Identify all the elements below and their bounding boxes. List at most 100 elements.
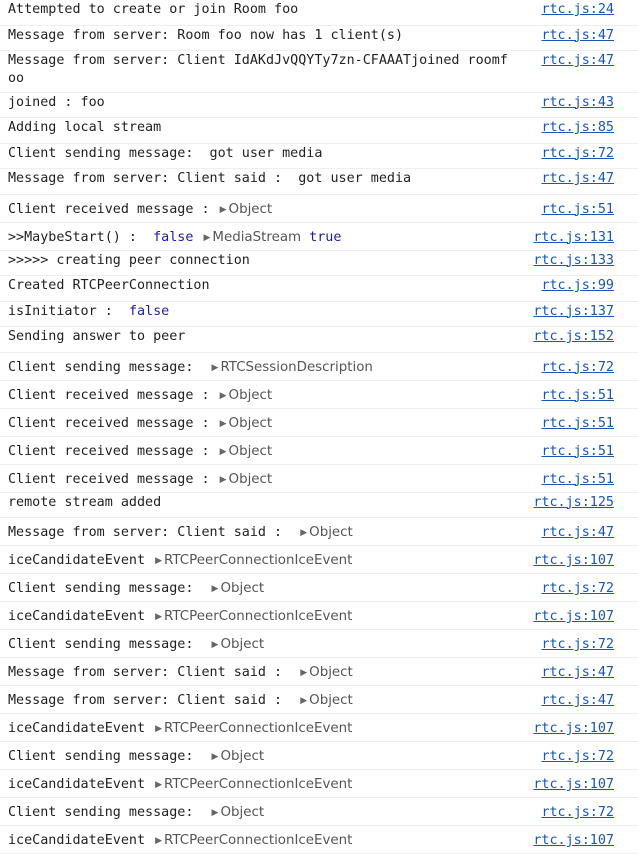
log-message: Client sending message: got user media xyxy=(8,145,508,163)
source-link[interactable]: rtc.js:131 xyxy=(533,229,614,247)
expand-triangle-icon[interactable]: ▶ xyxy=(155,552,162,570)
expand-triangle-icon[interactable]: ▶ xyxy=(155,776,162,794)
expandable-object[interactable]: MediaStream xyxy=(212,230,301,245)
source-link[interactable]: rtc.js:107 xyxy=(533,776,614,794)
expand-triangle-icon[interactable]: ▶ xyxy=(212,804,219,822)
source-link[interactable]: rtc.js:133 xyxy=(533,252,614,270)
log-message: Client sending message: ▶ Object xyxy=(8,804,508,822)
expandable-object[interactable]: Object xyxy=(309,525,353,540)
log-text: isInitiator : xyxy=(8,303,129,319)
expandable-object[interactable]: Object xyxy=(309,665,353,680)
log-text: iceCandidateEvent xyxy=(8,777,154,792)
log-text: iceCandidateEvent xyxy=(8,833,154,848)
expandable-object[interactable]: Object xyxy=(220,749,264,764)
log-entry: iceCandidateEvent ▶ RTCPeerConnectionIceE… xyxy=(0,826,638,854)
log-text: Client received message : xyxy=(8,201,218,217)
expand-triangle-icon[interactable]: ▶ xyxy=(220,415,227,433)
expandable-object[interactable]: Object xyxy=(220,805,264,820)
source-link[interactable]: rtc.js:125 xyxy=(533,494,614,512)
log-message: Message from server: Client said : ▶ Obje… xyxy=(8,664,508,682)
log-entry: Client received message : ▶ Object rtc.js:… xyxy=(0,409,638,437)
source-link[interactable]: rtc.js:51 xyxy=(541,415,614,433)
log-text: Message from server: Client said : got u… xyxy=(8,171,412,186)
log-message: Sending answer to peer xyxy=(8,328,508,346)
source-link[interactable]: rtc.js:51 xyxy=(541,471,614,489)
expandable-object[interactable]: RTCPeerConnectionIceEvent xyxy=(164,553,352,568)
expand-triangle-icon[interactable]: ▶ xyxy=(204,229,211,247)
source-link[interactable]: rtc.js:72 xyxy=(541,636,614,654)
log-message: isInitiator : false xyxy=(8,303,508,321)
expandable-object[interactable]: RTCPeerConnectionIceEvent xyxy=(164,609,352,624)
source-link[interactable]: rtc.js:47 xyxy=(541,27,614,45)
log-entry: Sending answer to peer rtc.js:152 xyxy=(0,327,638,353)
log-message: Message from server: Client said : got u… xyxy=(8,170,508,188)
expand-triangle-icon[interactable]: ▶ xyxy=(212,580,219,598)
log-message: Attempted to create or join Room foo xyxy=(8,1,508,19)
expand-triangle-icon[interactable]: ▶ xyxy=(300,692,307,710)
expandable-object[interactable]: Object xyxy=(229,202,273,217)
source-link[interactable]: rtc.js:43 xyxy=(541,94,614,112)
source-link[interactable]: rtc.js:107 xyxy=(533,608,614,626)
expandable-object[interactable]: Object xyxy=(309,693,353,708)
source-link[interactable]: rtc.js:47 xyxy=(541,170,614,188)
source-link[interactable]: rtc.js:72 xyxy=(541,145,614,163)
expandable-object[interactable]: RTCSessionDescription xyxy=(220,360,372,375)
source-link[interactable]: rtc.js:107 xyxy=(533,552,614,570)
expandable-object[interactable]: RTCPeerConnectionIceEvent xyxy=(164,833,352,848)
expandable-object[interactable]: Object xyxy=(229,472,273,487)
expand-triangle-icon[interactable]: ▶ xyxy=(300,664,307,682)
source-link[interactable]: rtc.js:47 xyxy=(541,664,614,682)
log-message: Message from server: Room foo now has 1 … xyxy=(8,27,508,45)
source-link[interactable]: rtc.js:72 xyxy=(541,580,614,598)
expandable-object[interactable]: Object xyxy=(229,444,273,459)
source-link[interactable]: rtc.js:99 xyxy=(541,277,614,295)
expandable-object[interactable]: RTCPeerConnectionIceEvent xyxy=(164,777,352,792)
expand-triangle-icon[interactable]: ▶ xyxy=(212,359,219,377)
log-text: Client received message : xyxy=(8,415,218,431)
source-link[interactable]: rtc.js:137 xyxy=(533,303,614,321)
source-link[interactable]: rtc.js:72 xyxy=(541,748,614,766)
source-link[interactable]: rtc.js:24 xyxy=(541,1,614,19)
expand-triangle-icon[interactable]: ▶ xyxy=(155,720,162,738)
log-message: Client sending message: ▶ Object xyxy=(8,748,508,766)
source-link[interactable]: rtc.js:85 xyxy=(541,119,614,137)
source-link[interactable]: rtc.js:152 xyxy=(533,328,614,346)
source-link[interactable]: rtc.js:51 xyxy=(541,201,614,219)
expandable-object[interactable]: Object xyxy=(220,581,264,596)
expand-triangle-icon[interactable]: ▶ xyxy=(155,832,162,850)
log-entry: >>>>> creating peer connection rtc.js:133 xyxy=(0,251,638,276)
expand-triangle-icon[interactable]: ▶ xyxy=(220,443,227,461)
source-link[interactable]: rtc.js:47 xyxy=(541,692,614,710)
log-entry: Message from server: Client said : ▶ Obje… xyxy=(0,686,638,714)
expandable-object[interactable]: Object xyxy=(220,637,264,652)
log-text: Client received message : xyxy=(8,443,218,459)
log-entry: Client received message : ▶ Object rtc.js:… xyxy=(0,195,638,223)
expand-triangle-icon[interactable]: ▶ xyxy=(220,387,227,405)
log-text: Message from server: Client said : xyxy=(8,525,299,540)
source-link[interactable]: rtc.js:47 xyxy=(541,52,614,70)
expand-triangle-icon[interactable]: ▶ xyxy=(220,201,227,219)
log-entry: remote stream added rtc.js:125 xyxy=(0,493,638,518)
source-link[interactable]: rtc.js:51 xyxy=(541,443,614,461)
source-link[interactable]: rtc.js:107 xyxy=(533,832,614,850)
expandable-object[interactable]: Object xyxy=(229,416,273,431)
log-text: remote stream added xyxy=(8,494,162,510)
log-entry: Message from server: Client said : ▶ Obje… xyxy=(0,658,638,686)
source-link[interactable]: rtc.js:47 xyxy=(541,524,614,542)
expand-triangle-icon[interactable]: ▶ xyxy=(212,636,219,654)
source-link[interactable]: rtc.js:72 xyxy=(541,359,614,377)
expand-triangle-icon[interactable]: ▶ xyxy=(155,608,162,626)
source-link[interactable]: rtc.js:51 xyxy=(541,387,614,405)
expandable-object[interactable]: RTCPeerConnectionIceEvent xyxy=(164,721,352,736)
expandable-object[interactable]: Object xyxy=(229,388,273,403)
expand-triangle-icon[interactable]: ▶ xyxy=(300,524,307,542)
log-text: Client sending message: got user media xyxy=(8,145,323,161)
log-message: Message from server: Client IdAKdJvQQYTy… xyxy=(8,52,508,88)
source-link[interactable]: rtc.js:107 xyxy=(533,720,614,738)
log-message: Client sending message: ▶ Object xyxy=(8,580,508,598)
expand-triangle-icon[interactable]: ▶ xyxy=(212,748,219,766)
log-entry: Message from server: Client IdAKdJvQQYTy… xyxy=(0,51,638,93)
source-link[interactable]: rtc.js:72 xyxy=(541,804,614,822)
expand-triangle-icon[interactable]: ▶ xyxy=(220,471,227,489)
